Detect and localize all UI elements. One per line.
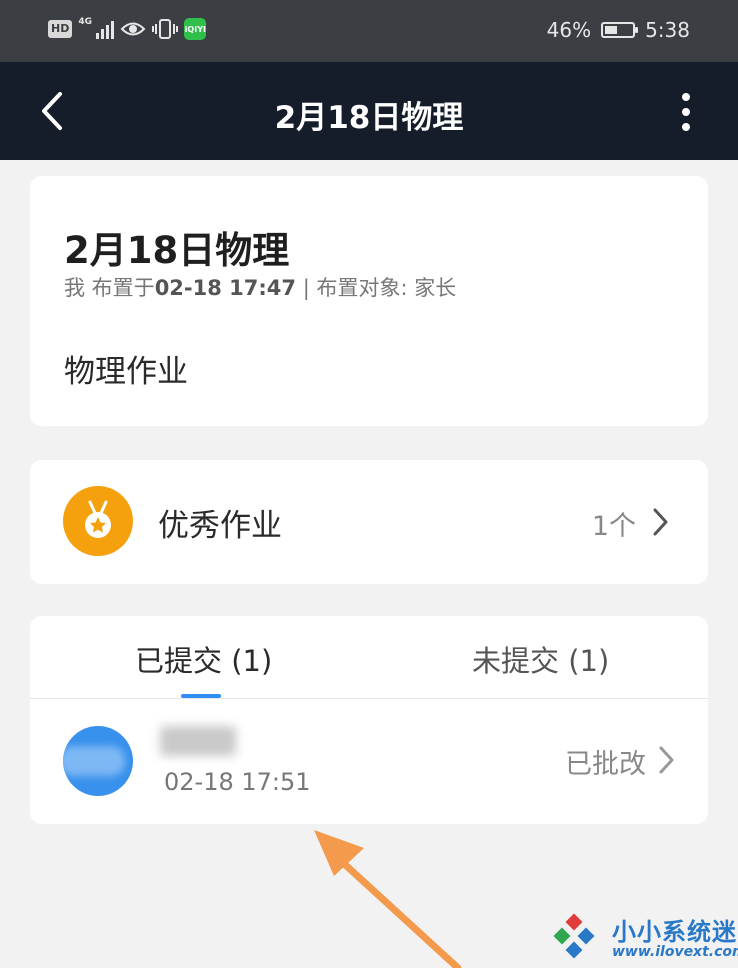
tab-divider: [30, 698, 708, 699]
student-name-redacted: [160, 726, 236, 756]
medal-icon: [63, 486, 133, 556]
page-title: 2月18日物理: [274, 100, 464, 136]
excellent-homework-row[interactable]: 优秀作业 1个: [30, 460, 708, 584]
excellent-homework-label: 优秀作业: [158, 508, 282, 544]
meta-prefix: 我 布置于: [64, 276, 155, 300]
status-right: 46% 5:38: [547, 18, 690, 42]
status-bar: HD 4G iQIYI 46% 5:38: [0, 0, 738, 62]
meta-suffix: | 布置对象: 家长: [296, 276, 457, 300]
homework-meta: 我 布置于02-18 17:47 | 布置对象: 家长: [64, 272, 456, 302]
battery-percent: 46%: [546, 18, 592, 42]
more-options-icon[interactable]: [678, 92, 694, 132]
avatar: [63, 726, 133, 796]
iqiyi-app-icon: iQIYI: [184, 18, 207, 40]
meta-time: 02-18 17:47: [154, 276, 297, 300]
annotation-arrow-icon: [314, 830, 462, 968]
eye-icon: [120, 22, 146, 36]
homework-info-card: 2月18日物理 我 布置于02-18 17:47 | 布置对象: 家长 物理作业: [30, 176, 708, 426]
submissions-card: 已提交 (1) 未提交 (1) 02-18 17:51 已批改: [30, 616, 708, 824]
tab-submitted[interactable]: 已提交 (1): [135, 638, 272, 680]
homework-description: 物理作业: [64, 354, 188, 390]
chevron-right-icon: [659, 746, 674, 774]
chevron-right-icon: [653, 508, 668, 536]
battery-fill: [605, 26, 618, 34]
tab-unsubmitted[interactable]: 未提交 (1): [472, 638, 609, 680]
watermark: 小小系统迷 www.ilovext.com: [548, 908, 738, 968]
submission-time: 02-18 17:51: [164, 768, 311, 796]
vibrate-icon: [152, 19, 179, 39]
homework-title: 2月18日物理: [64, 229, 290, 272]
nav-bar: 2月18日物理: [0, 62, 738, 160]
watermark-url: www.ilovext.com: [612, 944, 738, 960]
watermark-name: 小小系统迷: [612, 918, 737, 946]
battery-icon: [601, 22, 639, 38]
hd-icon: HD: [48, 20, 73, 38]
submission-status: 已批改: [565, 749, 646, 780]
status-left-icons: HD 4G iQIYI: [48, 18, 207, 40]
signal-icon: 4G: [78, 18, 115, 39]
excellent-homework-count: 1个: [591, 511, 636, 542]
watermark-logo-icon: [553, 913, 595, 959]
clock: 5:38: [645, 18, 690, 42]
